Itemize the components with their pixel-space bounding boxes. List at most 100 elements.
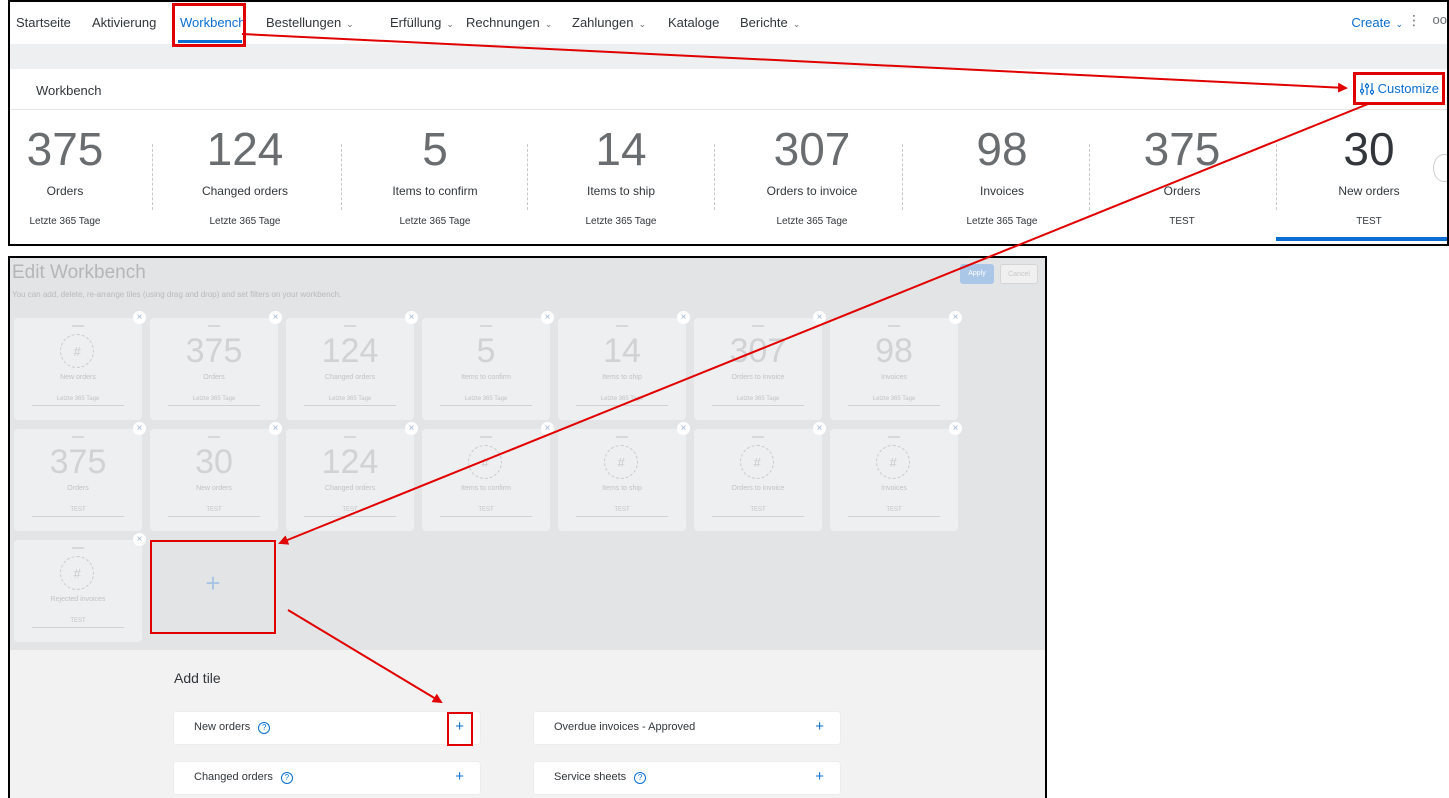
edit-tile[interactable]: × # Items to confirm TEST (422, 422, 554, 531)
drag-handle[interactable] (480, 325, 492, 327)
customize-highlight (1353, 72, 1445, 105)
create-menu-button[interactable]: Create ⌄ (1351, 15, 1403, 30)
add-row-service-sheets: Service sheets? + (534, 762, 840, 794)
close-icon[interactable]: × (133, 533, 146, 546)
drag-handle[interactable] (752, 325, 764, 327)
nav-erfuellung[interactable]: Erfüllung ⌄ (390, 15, 454, 30)
drag-handle[interactable] (72, 547, 84, 549)
add-row-text: Changed orders (194, 771, 273, 783)
tile-orders-to-invoice[interactable]: 307 Orders to invoice Letzte 365 Tage (717, 110, 907, 244)
edit-tile-count: 5 (476, 332, 496, 370)
edit-tile[interactable]: × 375 Orders Letzte 365 Tage (150, 311, 282, 420)
apply-button[interactable]: Apply (960, 264, 994, 284)
nav-bestellungen-label: Bestellungen (266, 15, 342, 30)
drag-handle[interactable] (616, 436, 628, 438)
plus-icon[interactable]: + (455, 768, 464, 785)
add-tile-button[interactable]: + (150, 540, 276, 634)
drag-handle[interactable] (72, 325, 84, 327)
edit-workbench-panel: Edit Workbench You can add, delete, re-a… (8, 256, 1047, 798)
drag-handle[interactable] (480, 436, 492, 438)
close-icon[interactable]: × (813, 311, 826, 324)
edit-tile-label: Invoices (881, 374, 907, 381)
close-icon[interactable]: × (133, 311, 146, 324)
close-icon[interactable]: × (949, 422, 962, 435)
edit-tile-count: 375 (49, 443, 107, 481)
edit-tile[interactable]: × 124 Changed orders TEST (286, 422, 418, 531)
tile-items-to-ship[interactable]: 14 Items to ship Letzte 365 Tage (526, 110, 716, 244)
chevron-down-icon: ⌄ (346, 19, 354, 29)
more-options-button[interactable]: oo (1433, 12, 1447, 27)
close-icon[interactable]: × (405, 311, 418, 324)
cancel-button[interactable]: Cancel (1000, 264, 1038, 284)
drag-handle[interactable] (888, 325, 900, 327)
edit-tile[interactable]: × 98 Invoices Letzte 365 Tage (830, 311, 962, 420)
plus-icon[interactable]: + (815, 768, 824, 785)
close-icon[interactable]: × (405, 422, 418, 435)
close-icon[interactable]: × (541, 422, 554, 435)
add-new-orders-highlight (447, 712, 473, 746)
tile-new-orders-test[interactable]: 30 New orders TEST (1274, 110, 1447, 244)
tile-changed-orders[interactable]: 124 Changed orders Letzte 365 Tage (150, 110, 340, 244)
edit-tile-period: Letzte 365 Tage (848, 396, 940, 406)
add-row-changed-orders: Changed orders? + (174, 762, 480, 794)
nav-rechnungen[interactable]: Rechnungen ⌄ (466, 15, 552, 30)
edit-tile[interactable]: × # Invoices TEST (830, 422, 962, 531)
nav-zahlungen[interactable]: Zahlungen ⌄ (572, 15, 646, 30)
edit-tile-count: 124 (321, 332, 379, 370)
edit-tile[interactable]: × 307 Orders to invoice Letzte 365 Tage (694, 311, 826, 420)
edit-tile[interactable]: × # New orders Letzte 365 Tage (14, 311, 146, 420)
edit-tile[interactable]: × 14 Items to ship Letzte 365 Tage (558, 311, 690, 420)
plus-icon[interactable]: + (815, 718, 824, 735)
edit-tile[interactable]: × # Items to ship TEST (558, 422, 690, 531)
close-icon[interactable]: × (813, 422, 826, 435)
nav-berichte[interactable]: Berichte ⌄ (740, 15, 800, 30)
tile-items-to-confirm[interactable]: 5 Items to confirm Letzte 365 Tage (340, 110, 530, 244)
chevron-down-icon: ⌄ (792, 19, 801, 29)
close-icon[interactable]: × (677, 422, 690, 435)
drag-handle[interactable] (616, 325, 628, 327)
close-icon[interactable]: × (949, 311, 962, 324)
edit-tile-label: Orders (203, 374, 225, 381)
edit-tile-count: 124 (321, 443, 379, 481)
vertical-dots-icon[interactable]: ⋮ (1407, 12, 1421, 29)
help-icon[interactable]: ? (258, 722, 271, 734)
nav-kataloge[interactable]: Kataloge (668, 15, 719, 30)
tile-count: 307 (773, 123, 851, 175)
tile-label: Items to ship (586, 184, 656, 198)
drag-handle[interactable] (344, 436, 356, 438)
tile-invoices[interactable]: 98 Invoices Letzte 365 Tage (907, 110, 1097, 244)
nav-startseite[interactable]: Startseite (16, 15, 71, 30)
help-icon[interactable]: ? (634, 772, 647, 784)
close-icon[interactable]: × (677, 311, 690, 324)
tile-orders[interactable]: 375 Orders Letzte 365 Tage (10, 110, 160, 244)
drag-handle[interactable] (888, 436, 900, 438)
edit-tile[interactable]: × 5 Items to confirm Letzte 365 Tage (422, 311, 554, 420)
nav-aktivierung[interactable]: Aktivierung (92, 15, 156, 30)
close-icon[interactable]: × (269, 311, 282, 324)
edit-tile[interactable]: × # Orders to invoice TEST (694, 422, 826, 531)
drag-handle[interactable] (72, 436, 84, 438)
chevron-down-icon: ⌄ (544, 19, 553, 29)
tile-label: Changed orders (201, 184, 289, 198)
drag-handle[interactable] (752, 436, 764, 438)
close-icon[interactable]: × (133, 422, 146, 435)
drag-handle[interactable] (208, 436, 220, 438)
close-icon[interactable]: × (269, 422, 282, 435)
chevron-right-button[interactable] (1433, 154, 1447, 182)
edit-tile-period: Letzte 365 Tage (168, 396, 260, 406)
edit-workbench-description: You can add, delete, re-arrange tiles (u… (12, 290, 342, 299)
drag-handle[interactable] (344, 325, 356, 327)
help-icon[interactable]: ? (280, 772, 293, 784)
nav-bestellungen[interactable]: Bestellungen ⌄ (266, 15, 354, 30)
tile-orders-test[interactable]: 375 Orders TEST (1087, 110, 1277, 244)
tile-period: Letzte 365 Tage (399, 216, 471, 227)
drag-handle[interactable] (208, 325, 220, 327)
close-icon[interactable]: × (541, 311, 554, 324)
tile-period: Letzte 365 Tage (209, 216, 281, 227)
edit-tile[interactable]: × 124 Changed orders Letzte 365 Tage (286, 311, 418, 420)
edit-tile[interactable]: × # Rejected invoices TEST (14, 533, 146, 642)
tile-count: 98 (976, 123, 1028, 175)
edit-tile[interactable]: × 375 Orders TEST (14, 422, 146, 531)
tile-count: 375 (1143, 123, 1221, 175)
edit-tile[interactable]: × 30 New orders TEST (150, 422, 282, 531)
